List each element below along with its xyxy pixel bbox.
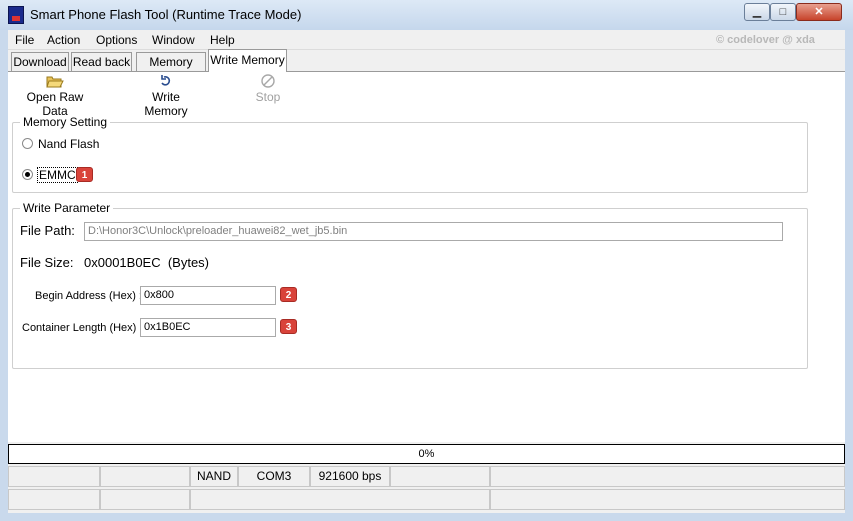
menu-options[interactable]: Options (96, 33, 137, 47)
maximize-button[interactable]: □ (770, 3, 796, 21)
menu-help[interactable]: Help (210, 33, 235, 47)
status-cell-7 (490, 466, 845, 487)
refresh-arrow-icon (131, 74, 201, 90)
stop-label: Stop (255, 90, 281, 104)
memory-setting-group (12, 122, 808, 193)
progress-bar: 0% (8, 444, 845, 464)
container-length-label: Container Length (Hex) : (22, 322, 143, 334)
file-path-field[interactable]: D:\Honor3C\Unlock\preloader_huawei82_wet… (84, 222, 783, 241)
step-badge-2: 2 (280, 287, 297, 302)
file-size-value: 0x0001B0EC (Bytes) (84, 255, 210, 270)
memory-setting-title: Memory Setting (20, 115, 111, 129)
status2-cell-2 (100, 489, 190, 510)
write-parameter-title: Write Parameter (20, 201, 114, 215)
open-raw-data-label: Open Raw Data (26, 90, 84, 118)
emmc-label[interactable]: EMMC (37, 167, 78, 183)
write-memory-button[interactable]: Write Memory (131, 74, 201, 118)
file-size-label: File Size: (20, 255, 74, 270)
minimize-button[interactable]: ▁ (744, 3, 770, 21)
folder-open-icon (14, 74, 96, 90)
tab-read-back[interactable]: Read back (71, 52, 132, 71)
file-path-label: File Path: (20, 223, 75, 238)
progress-text: 0% (418, 448, 435, 460)
step-badge-3: 3 (280, 319, 297, 334)
tab-write-memory[interactable]: Write Memory (208, 49, 287, 72)
write-memory-label: Write Memory (144, 90, 188, 118)
status2-cell-4 (490, 489, 845, 510)
status2-cell-3 (190, 489, 490, 510)
begin-address-label: Begin Address (Hex) : (35, 290, 142, 302)
window-title: Smart Phone Flash Tool (Runtime Trace Mo… (30, 7, 302, 22)
nand-flash-label[interactable]: Nand Flash (38, 137, 99, 151)
emmc-radio[interactable] (22, 169, 33, 180)
status-baud-rate: 921600 bps (310, 466, 390, 487)
container-length-input[interactable]: 0x1B0EC (140, 318, 276, 337)
status-cell-1 (8, 466, 100, 487)
open-raw-data-button[interactable]: Open Raw Data (14, 74, 96, 118)
stop-icon (252, 74, 284, 90)
menu-window[interactable]: Window (152, 33, 195, 47)
menu-file[interactable]: File (15, 33, 34, 47)
app-icon (8, 6, 24, 24)
status-com-port: COM3 (238, 466, 310, 487)
begin-address-input[interactable]: 0x800 (140, 286, 276, 305)
menu-action[interactable]: Action (47, 33, 80, 47)
status2-cell-1 (8, 489, 100, 510)
tab-memory-test[interactable]: Memory Test (136, 52, 206, 87)
status-cell-6 (390, 466, 490, 487)
title-bar[interactable]: Smart Phone Flash Tool (Runtime Trace Mo… (0, 0, 853, 30)
tab-download[interactable]: Download (11, 52, 69, 71)
step-badge-1: 1 (76, 167, 93, 182)
status-cell-2 (100, 466, 190, 487)
nand-flash-radio[interactable] (22, 138, 33, 149)
close-button[interactable]: ✕ (796, 3, 842, 21)
stop-button[interactable]: Stop (252, 74, 284, 104)
watermark: © codelover @ xda (716, 34, 815, 46)
status-storage-type: NAND (190, 466, 238, 487)
